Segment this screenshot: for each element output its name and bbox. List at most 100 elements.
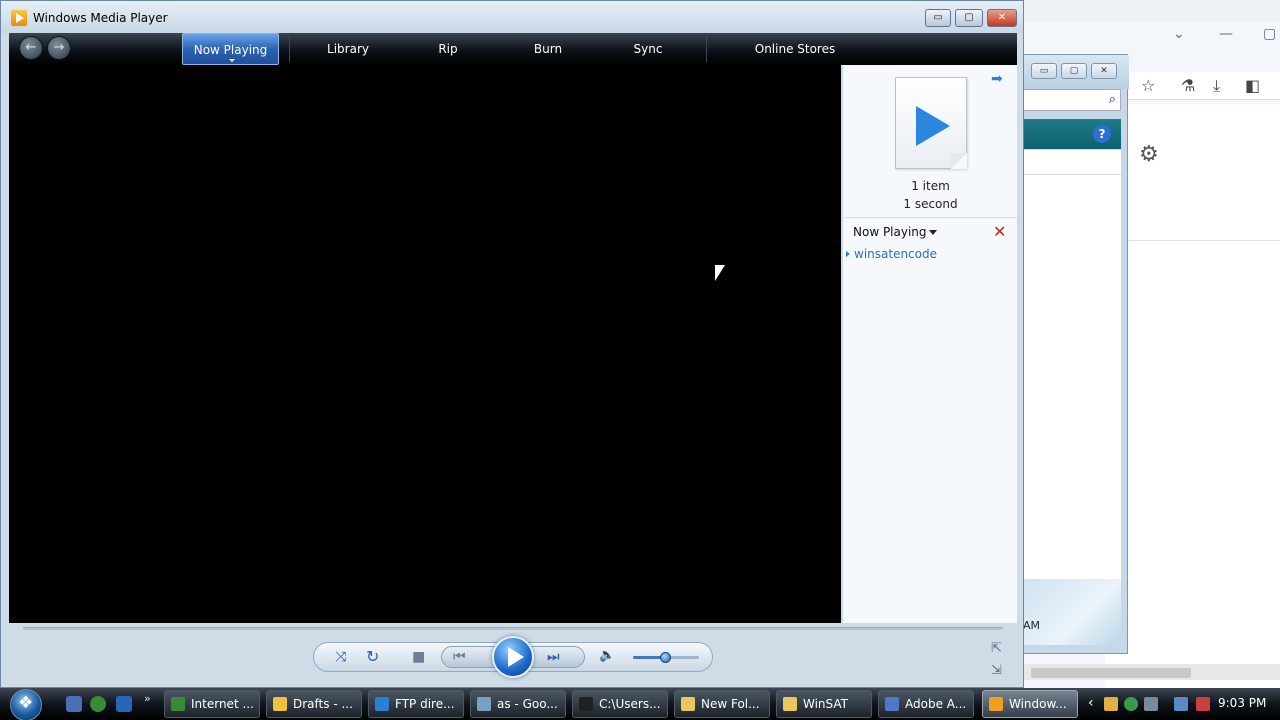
tray-network-icon[interactable] — [1174, 697, 1188, 711]
clock[interactable]: 9:03 PM — [1218, 696, 1266, 710]
task-app-icon — [477, 697, 491, 711]
close-button[interactable]: ✕ — [1091, 63, 1117, 79]
divider — [1023, 174, 1121, 175]
task-label: Internet ... — [191, 697, 254, 711]
mouse-cursor-icon — [715, 265, 725, 281]
sidebar-icon[interactable]: ◧ — [1245, 76, 1260, 95]
minimize-button[interactable]: ▭ — [1031, 63, 1057, 79]
task-app-icon — [885, 697, 899, 711]
star-icon[interactable]: ☆ — [1141, 76, 1155, 95]
taskbar-button[interactable]: as - Goo... — [470, 690, 566, 718]
taskbar-button[interactable]: C:\Users... — [572, 690, 668, 718]
video-area[interactable] — [9, 65, 841, 623]
item-count: 1 item — [911, 179, 950, 193]
task-label: C:\Users... — [599, 697, 661, 711]
chevron-right-icon[interactable]: » — [144, 692, 151, 705]
task-app-icon — [375, 697, 389, 711]
browser-toolbar: ☆ ⚗ ⤓ ◧ — [1121, 72, 1280, 100]
playlist-item[interactable]: winsatencode — [854, 247, 937, 261]
seek-bar[interactable] — [23, 627, 1003, 630]
task-label: New Fol... — [701, 697, 760, 711]
tray-user-icon[interactable] — [1144, 697, 1158, 711]
stop-button[interactable]: ■ — [412, 649, 425, 665]
tab-burn[interactable]: Burn — [517, 33, 579, 65]
minimize-icon[interactable]: — — [1219, 26, 1233, 42]
time-fragment: AM — [1023, 619, 1041, 632]
quicklaunch-desktop-icon[interactable] — [66, 696, 82, 712]
switch-to-skin-icon[interactable]: ⇲ — [991, 663, 1002, 678]
start-button[interactable] — [6, 688, 50, 720]
taskbar-button[interactable]: New Fol... — [674, 690, 770, 718]
task-label: Drafts - ... — [293, 697, 353, 711]
chevron-down-icon[interactable]: ⌄ — [1173, 26, 1185, 42]
play-button[interactable] — [492, 636, 534, 678]
list-pane: ➡ 1 item 1 second Now Playing ✕ winsaten… — [842, 65, 1017, 623]
title-bar: Windows Media Player ▭ ▢ ✕ — [1, 1, 1023, 33]
taskbar-button[interactable]: Window... — [982, 690, 1078, 718]
scrollbar-thumb[interactable] — [1031, 668, 1191, 678]
maximize-button[interactable]: ▢ — [1061, 63, 1087, 79]
taskbar-button[interactable]: Drafts - ... — [266, 690, 362, 718]
wmp-window: Windows Media Player ▭ ▢ ✕ ← → Now Playi… — [0, 0, 1024, 688]
tab-now-playing[interactable]: Now Playing — [182, 33, 279, 65]
tab-separator — [289, 36, 290, 62]
search-box[interactable]: ⌕ — [1023, 89, 1121, 111]
divider — [845, 217, 1017, 218]
back-button[interactable]: ← — [19, 36, 43, 60]
quicklaunch-browser-icon[interactable] — [90, 696, 106, 712]
chevron-down-icon[interactable] — [929, 230, 937, 235]
navigation-bar: ← → Now Playing Library Rip Burn Sync On… — [9, 33, 1017, 65]
tab-online-stores[interactable]: Online Stores — [744, 33, 846, 65]
task-app-icon — [989, 697, 1003, 711]
divider — [1105, 240, 1280, 241]
download-icon[interactable]: ⤓ — [1213, 76, 1220, 96]
playing-indicator-icon — [846, 251, 850, 257]
tab-sync[interactable]: Sync — [617, 33, 679, 65]
tab-rip[interactable]: Rip — [419, 33, 477, 65]
quicklaunch-switch-windows-icon[interactable] — [116, 696, 132, 712]
browser-content — [1105, 104, 1280, 688]
taskbar-button[interactable]: FTP dire... — [368, 690, 464, 718]
flask-icon[interactable]: ⚗ — [1181, 76, 1195, 95]
tray-volume-icon[interactable] — [1196, 697, 1210, 711]
mute-button[interactable]: 🔈 — [599, 648, 615, 663]
task-label: WinSAT — [803, 697, 848, 711]
repeat-button[interactable]: ↻ — [366, 647, 379, 666]
windows-logo-icon — [10, 689, 42, 720]
tray-mail-icon[interactable] — [1104, 697, 1118, 711]
task-label: Window... — [1009, 697, 1067, 711]
gear-icon[interactable]: ⚙ — [1139, 142, 1159, 167]
help-icon[interactable]: ? — [1093, 125, 1111, 143]
minimize-button[interactable]: ▭ — [925, 9, 951, 27]
show-hidden-icons-chevron[interactable]: ‹ — [1088, 695, 1094, 711]
details-panel: AM — [1023, 579, 1121, 645]
task-label: as - Goo... — [497, 697, 558, 711]
window-title: Windows Media Player — [33, 11, 168, 25]
playlist-duration: 1 second — [903, 197, 958, 211]
wmp-app-icon — [11, 10, 27, 26]
clear-list-icon[interactable]: ✕ — [993, 222, 1006, 241]
next-button[interactable]: ⏭ — [547, 649, 560, 665]
restore-icon[interactable]: ▢ — [1263, 26, 1276, 42]
shuffle-button[interactable]: ⤨ — [335, 649, 346, 665]
now-playing-dropdown[interactable]: Now Playing — [853, 225, 927, 239]
taskbar-button[interactable]: WinSAT — [776, 690, 872, 718]
maximize-button[interactable]: ▢ — [955, 9, 983, 27]
task-app-icon — [171, 697, 185, 711]
tray-update-icon[interactable] — [1124, 697, 1138, 711]
volume-knob[interactable] — [660, 652, 671, 663]
task-app-icon — [579, 697, 593, 711]
search-icon: ⌕ — [1108, 92, 1116, 107]
tab-library[interactable]: Library — [309, 33, 387, 65]
forward-button[interactable]: → — [47, 36, 71, 60]
forward-arrow-icon[interactable]: ➡ — [991, 71, 1003, 87]
tab-separator — [706, 36, 707, 62]
previous-button[interactable]: ⏮ — [453, 649, 466, 665]
task-label: FTP dire... — [395, 697, 455, 711]
taskbar-button[interactable]: Adobe A... — [878, 690, 974, 718]
taskbar-button[interactable]: Internet ... — [164, 690, 260, 718]
task-app-icon — [783, 697, 797, 711]
switch-to-compact-icon[interactable]: ⇱ — [991, 641, 1002, 656]
close-button[interactable]: ✕ — [987, 9, 1017, 27]
task-label: Adobe A... — [905, 697, 967, 711]
